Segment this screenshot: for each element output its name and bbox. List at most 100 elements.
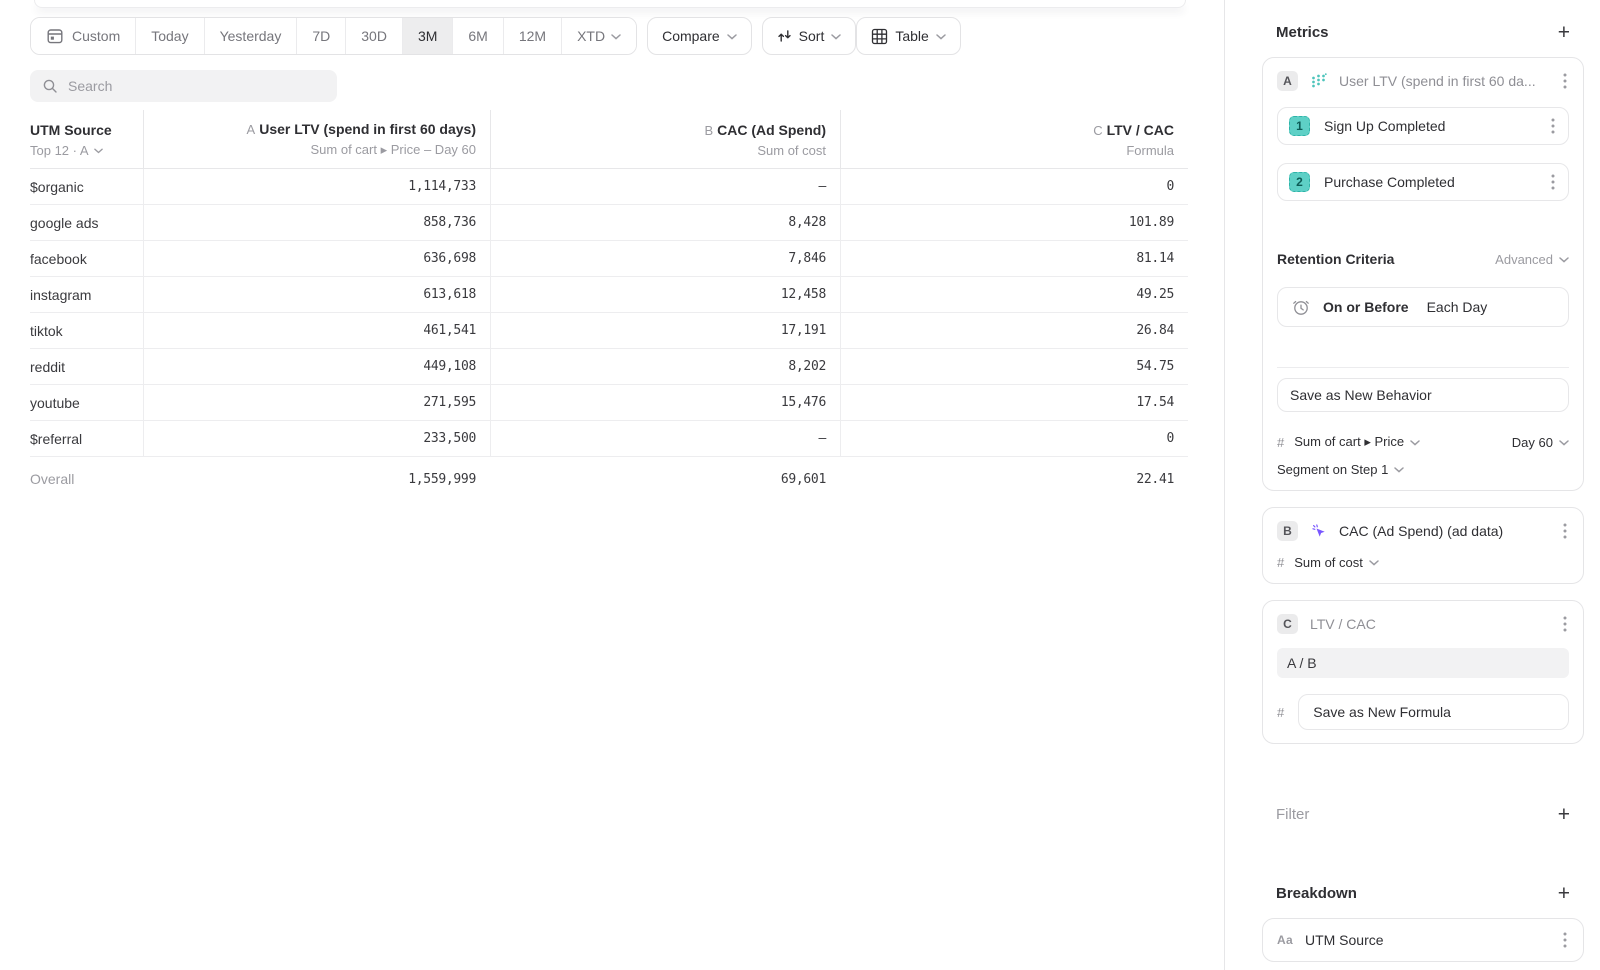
- add-filter-button[interactable]: +: [1558, 804, 1570, 825]
- add-breakdown-button[interactable]: +: [1558, 883, 1570, 904]
- row-label[interactable]: facebook: [30, 241, 143, 276]
- step-name: Purchase Completed: [1324, 174, 1549, 190]
- cell-a[interactable]: 613,618: [143, 277, 490, 312]
- date-range-group: Custom Today Yesterday 7D 30D 3M 6M 12M …: [30, 17, 637, 55]
- formula-input[interactable]: A / B: [1277, 648, 1569, 678]
- retention-criteria-title: Retention Criteria: [1277, 251, 1394, 267]
- row-label[interactable]: youtube: [30, 385, 143, 420]
- view-selector-table-button[interactable]: Table: [856, 17, 960, 55]
- cell-b[interactable]: 7,846: [490, 241, 840, 276]
- cell-a[interactable]: 233,500: [143, 421, 490, 456]
- kebab-menu-icon[interactable]: [1561, 614, 1569, 634]
- measure-property-dropdown[interactable]: Sum of cart ▸ Price: [1294, 434, 1420, 450]
- date-range-3m-selected[interactable]: 3M: [402, 18, 452, 54]
- filter-title: Filter: [1276, 806, 1309, 823]
- sort-arrows-icon: [777, 29, 792, 43]
- save-as-new-behavior-button[interactable]: Save as New Behavior: [1277, 378, 1569, 412]
- cell-b[interactable]: 17,191: [490, 313, 840, 348]
- step-name: Sign Up Completed: [1324, 118, 1549, 134]
- retention-condition-row[interactable]: On or Before Each Day: [1277, 287, 1569, 327]
- row-label[interactable]: instagram: [30, 277, 143, 312]
- segment-on-step-row: Segment on Step 1: [1277, 462, 1569, 477]
- cell-c[interactable]: 0: [840, 421, 1188, 456]
- number-type-icon: #: [1277, 555, 1284, 570]
- date-range-7d[interactable]: 7D: [296, 18, 345, 54]
- table-row: reddit 449,108 8,202 54.75: [30, 349, 1188, 385]
- column-header-b[interactable]: BCAC (Ad Spend) Sum of cost: [490, 110, 840, 168]
- cell-c[interactable]: 81.14: [840, 241, 1188, 276]
- cell-a[interactable]: 858,736: [143, 205, 490, 240]
- compare-button[interactable]: Compare: [647, 17, 752, 55]
- retention-mode-dropdown[interactable]: Advanced: [1495, 252, 1569, 267]
- row-label[interactable]: tiktok: [30, 313, 143, 348]
- table-row: facebook 636,698 7,846 81.14: [30, 241, 1188, 277]
- row-label[interactable]: reddit: [30, 349, 143, 384]
- sort-button[interactable]: Sort: [762, 17, 857, 55]
- step-number-badge: 2: [1289, 172, 1310, 192]
- column-header-a[interactable]: AUser LTV (spend in first 60 days) Sum o…: [143, 110, 490, 168]
- cell-c[interactable]: 54.75: [840, 349, 1188, 384]
- column-header-c[interactable]: CLTV / CAC Formula: [840, 110, 1188, 168]
- cell-b[interactable]: –: [490, 421, 840, 456]
- column-header-utm-source[interactable]: UTM Source Top 12 · A: [30, 110, 143, 168]
- cell-a[interactable]: 271,595: [143, 385, 490, 420]
- save-as-new-formula-button[interactable]: Save as New Formula: [1298, 694, 1569, 730]
- cell-a[interactable]: 1,114,733: [143, 169, 490, 204]
- date-range-6m[interactable]: 6M: [452, 18, 502, 54]
- date-range-30d[interactable]: 30D: [345, 18, 402, 54]
- cell-b[interactable]: –: [490, 169, 840, 204]
- chevron-down-icon: [611, 34, 621, 40]
- date-range-today[interactable]: Today: [135, 18, 203, 54]
- metric-card-b: B CAC (Ad Spend) (ad data) #: [1262, 507, 1584, 584]
- metric-c-title-row[interactable]: C LTV / CAC: [1277, 614, 1569, 634]
- funnel-step-2[interactable]: 2 Purchase Completed: [1277, 163, 1569, 201]
- cell-c[interactable]: 0: [840, 169, 1188, 204]
- kebab-menu-icon[interactable]: [1561, 521, 1569, 541]
- kebab-menu-icon[interactable]: [1549, 116, 1557, 136]
- toolbar: Custom Today Yesterday 7D 30D 3M 6M 12M …: [30, 17, 1188, 55]
- date-range-custom[interactable]: Custom: [31, 18, 135, 54]
- cell-a[interactable]: 461,541: [143, 313, 490, 348]
- kebab-menu-icon[interactable]: [1549, 172, 1557, 192]
- search-box[interactable]: [30, 70, 337, 102]
- segment-step-dropdown[interactable]: Segment on Step 1: [1277, 462, 1404, 477]
- search-input[interactable]: [68, 78, 325, 94]
- chevron-down-icon: [1369, 560, 1379, 566]
- row-label[interactable]: $referral: [30, 421, 143, 456]
- date-range-12m[interactable]: 12M: [503, 18, 561, 54]
- date-range-xtd[interactable]: XTD: [561, 18, 636, 54]
- breakdown-property-name: UTM Source: [1305, 932, 1561, 948]
- formula-save-row: # Save as New Formula: [1277, 694, 1569, 730]
- top-n-dropdown[interactable]: Top 12 · A: [30, 143, 129, 158]
- cell-c[interactable]: 101.89: [840, 205, 1188, 240]
- cell-c[interactable]: 49.25: [840, 277, 1188, 312]
- cell-c[interactable]: 17.54: [840, 385, 1188, 420]
- cell-b[interactable]: 12,458: [490, 277, 840, 312]
- text-property-icon: Aa: [1277, 933, 1293, 947]
- metric-a-title-row[interactable]: A User LTV (spend in first 60 da...: [1277, 71, 1569, 91]
- metric-b-name: CAC (Ad Spend) (ad data): [1339, 523, 1561, 539]
- cell-b[interactable]: 15,476: [490, 385, 840, 420]
- step-number-badge: 1: [1289, 116, 1310, 136]
- measure-dropdown[interactable]: Sum of cost: [1294, 555, 1379, 570]
- breakdown-item-utm-source[interactable]: Aa UTM Source: [1262, 918, 1584, 962]
- kebab-menu-icon[interactable]: [1561, 930, 1569, 950]
- metric-letter-badge: B: [1277, 521, 1298, 541]
- metric-b-title-row[interactable]: B CAC (Ad Spend) (ad data): [1277, 521, 1569, 541]
- query-builder-sidebar: Metrics + A User LTV (spend in first 60 …: [1224, 0, 1600, 970]
- cell-b[interactable]: 8,202: [490, 349, 840, 384]
- kebab-menu-icon[interactable]: [1561, 71, 1569, 91]
- metric-letter-badge: A: [1277, 71, 1298, 91]
- cell-a[interactable]: 449,108: [143, 349, 490, 384]
- breakdown-title: Breakdown: [1276, 885, 1357, 902]
- day-window-dropdown[interactable]: Day 60: [1512, 435, 1569, 450]
- date-range-yesterday[interactable]: Yesterday: [204, 18, 297, 54]
- retention-criteria-header: Retention Criteria Advanced: [1277, 251, 1569, 267]
- cell-a[interactable]: 636,698: [143, 241, 490, 276]
- add-metric-button[interactable]: +: [1558, 22, 1570, 43]
- funnel-step-1[interactable]: 1 Sign Up Completed: [1277, 107, 1569, 145]
- row-label[interactable]: google ads: [30, 205, 143, 240]
- row-label[interactable]: $organic: [30, 169, 143, 204]
- cell-b[interactable]: 8,428: [490, 205, 840, 240]
- cell-c[interactable]: 26.84: [840, 313, 1188, 348]
